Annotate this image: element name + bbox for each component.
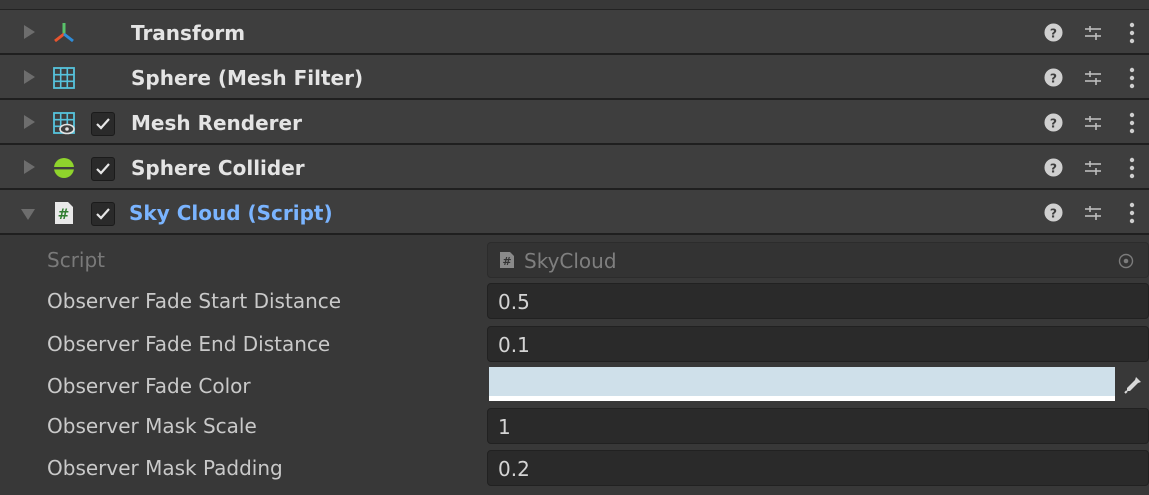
foldout-arrow-icon[interactable] (24, 160, 35, 174)
checkmark-icon (96, 118, 110, 130)
more-options-icon[interactable] (1128, 156, 1136, 180)
transform-icon (54, 23, 74, 43)
more-options-icon[interactable] (1128, 66, 1136, 90)
more-options-icon[interactable] (1128, 111, 1136, 135)
mask-scale-input[interactable]: 1 (487, 408, 1149, 444)
property-label: Script (47, 248, 106, 272)
svg-text:?: ? (1050, 116, 1057, 130)
eyedropper-icon[interactable] (1122, 374, 1144, 396)
property-label: Observer Mask Padding (47, 456, 283, 480)
checkmark-icon (96, 163, 110, 175)
checkmark-icon (96, 208, 110, 220)
property-row-fade-start-distance: Observer Fade Start Distance 0.5 (0, 280, 1149, 322)
presets-icon[interactable] (1083, 68, 1103, 88)
foldout-arrow-icon[interactable] (24, 25, 35, 39)
script-object-field[interactable]: # SkyCloud (487, 242, 1149, 278)
component-header-transform[interactable]: Transform ? (0, 10, 1149, 55)
property-label: Observer Fade Color (47, 374, 251, 398)
property-row-mask-scale: Observer Mask Scale 1 (0, 405, 1149, 447)
svg-text:?: ? (1050, 26, 1057, 40)
more-options-icon[interactable] (1128, 201, 1136, 225)
component-title: Sphere (Mesh Filter) (131, 66, 364, 90)
fade-color-swatch[interactable] (489, 367, 1115, 401)
presets-icon[interactable] (1083, 158, 1103, 178)
mask-padding-input[interactable]: 0.2 (487, 450, 1149, 486)
component-header-mesh-renderer[interactable]: Mesh Renderer ? (0, 100, 1149, 145)
svg-text:#: # (58, 207, 70, 223)
foldout-arrow-icon[interactable] (24, 115, 35, 129)
component-header-mesh-filter[interactable]: Sphere (Mesh Filter) ? (0, 55, 1149, 100)
svg-text:?: ? (1050, 161, 1057, 175)
property-label: Observer Fade Start Distance (47, 289, 342, 313)
component-title[interactable]: Sky Cloud (Script) (129, 201, 333, 225)
svg-text:#: # (502, 255, 511, 268)
object-picker-icon[interactable] (1118, 253, 1134, 269)
foldout-arrow-icon[interactable] (21, 209, 35, 220)
mesh-filter-icon (53, 67, 75, 89)
script-icon: # (55, 202, 73, 224)
svg-text:?: ? (1050, 206, 1057, 220)
svg-text:?: ? (1050, 71, 1057, 85)
help-icon[interactable]: ? (1044, 23, 1063, 42)
property-row-fade-color: Observer Fade Color (0, 365, 1149, 407)
property-row-fade-end-distance: Observer Fade End Distance 0.1 (0, 323, 1149, 365)
script-object-value: SkyCloud (524, 249, 617, 273)
script-icon: # (500, 252, 514, 268)
enabled-checkbox[interactable] (91, 202, 115, 226)
property-label: Observer Mask Scale (47, 414, 257, 438)
component-title: Mesh Renderer (131, 111, 302, 135)
presets-icon[interactable] (1083, 113, 1103, 133)
more-options-icon[interactable] (1128, 21, 1136, 45)
fade-end-distance-input[interactable]: 0.1 (487, 326, 1149, 362)
mesh-renderer-icon (53, 112, 75, 135)
sphere-collider-icon (54, 158, 74, 178)
inspector-top-edge (0, 0, 1149, 10)
component-header-sphere-collider[interactable]: Sphere Collider ? (0, 145, 1149, 190)
presets-icon[interactable] (1083, 203, 1103, 223)
enabled-checkbox[interactable] (91, 112, 115, 136)
help-icon[interactable]: ? (1044, 68, 1063, 87)
component-header-sky-cloud-script[interactable]: # Sky Cloud (Script) ? (0, 190, 1149, 235)
presets-icon[interactable] (1083, 23, 1103, 43)
help-icon[interactable]: ? (1044, 158, 1063, 177)
component-title: Transform (131, 21, 246, 45)
help-icon[interactable]: ? (1044, 113, 1063, 132)
fade-start-distance-input[interactable]: 0.5 (487, 283, 1149, 319)
property-row-script: Script # SkyCloud (0, 239, 1149, 281)
enabled-checkbox[interactable] (91, 157, 115, 181)
property-label: Observer Fade End Distance (47, 332, 331, 356)
script-properties-panel: Script # SkyCloud Observer Fade Start Di… (0, 237, 1149, 495)
foldout-arrow-icon[interactable] (24, 70, 35, 84)
component-title: Sphere Collider (131, 156, 305, 180)
help-icon[interactable]: ? (1044, 203, 1063, 222)
property-row-mask-padding: Observer Mask Padding 0.2 (0, 447, 1149, 489)
